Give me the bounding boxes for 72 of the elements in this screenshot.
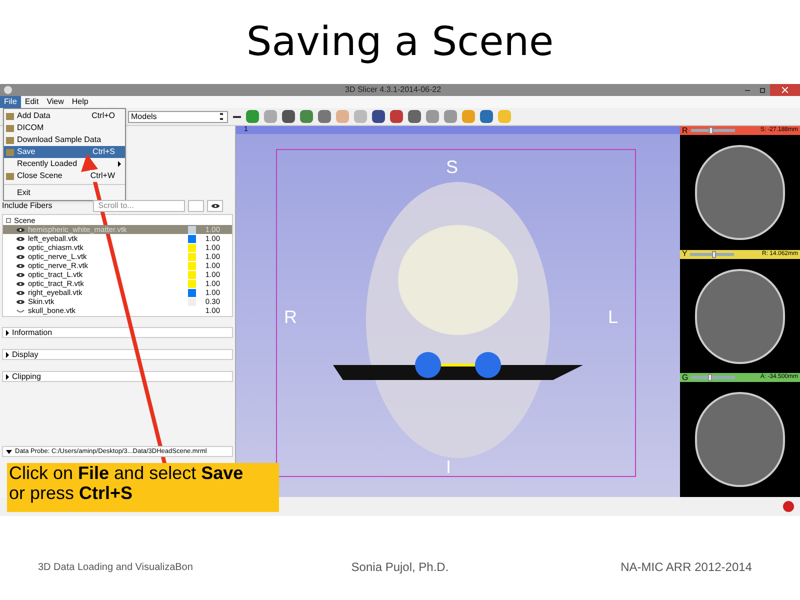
slider-thumb[interactable] bbox=[708, 374, 712, 382]
footer-topic: 3D Data Loading and VisualizaBon bbox=[38, 560, 194, 574]
slice-letter: G bbox=[682, 372, 688, 384]
footer-event: NA-MIC ARR 2012-2014 bbox=[620, 559, 753, 576]
module-selector[interactable]: Models bbox=[128, 110, 228, 122]
slide-title: Saving a Scene bbox=[246, 18, 554, 67]
menu-item[interactable]: Edit bbox=[20, 96, 43, 108]
expand-arrow-icon bbox=[6, 330, 9, 336]
eye-icon[interactable] bbox=[16, 226, 25, 232]
search-field[interactable]: Scroll to... bbox=[93, 200, 186, 212]
color-swatch[interactable] bbox=[188, 244, 196, 252]
close-button[interactable] bbox=[770, 84, 800, 96]
collapsible-section[interactable]: Information bbox=[2, 327, 233, 338]
app-icon bbox=[4, 86, 12, 94]
color-swatch[interactable] bbox=[188, 298, 196, 306]
orientation-label: I bbox=[446, 456, 452, 479]
color-swatch[interactable] bbox=[188, 262, 196, 270]
color-swatch[interactable] bbox=[188, 288, 196, 296]
menu-entry[interactable]: Save Ctrl+S bbox=[4, 146, 125, 158]
eye-icon[interactable] bbox=[16, 272, 25, 278]
menu-item[interactable]: View bbox=[42, 96, 68, 108]
menu-entry[interactable]: DICOM bbox=[4, 122, 125, 134]
slice-slider[interactable] bbox=[690, 129, 735, 132]
orientation-label: R bbox=[284, 306, 297, 329]
color-swatch[interactable] bbox=[188, 226, 196, 234]
expand-arrow-icon bbox=[6, 450, 12, 454]
slice-letter: Y bbox=[682, 248, 688, 260]
close-icon bbox=[782, 87, 788, 93]
submenu-arrow-icon bbox=[118, 161, 121, 167]
menu-item[interactable]: Help bbox=[68, 96, 92, 108]
menu-item[interactable]: File bbox=[0, 96, 21, 108]
slice-slider[interactable] bbox=[690, 252, 734, 256]
eye-icon[interactable] bbox=[16, 298, 25, 304]
orientation-label: S bbox=[446, 156, 458, 179]
slider-thumb[interactable] bbox=[708, 127, 713, 134]
callout-box: Click on File and select Save or press Ctrl+S bbox=[7, 463, 279, 512]
slice-letter: R bbox=[682, 124, 688, 136]
window-title: 3D Slicer 4.3.1-2014-06-22 bbox=[345, 84, 442, 96]
collapsible-section[interactable]: Display bbox=[2, 349, 233, 360]
eye-icon[interactable] bbox=[16, 244, 25, 250]
collapse-icon[interactable] bbox=[6, 218, 11, 223]
menu-entry[interactable]: Recently Loaded bbox=[4, 158, 125, 170]
orientation-label: L bbox=[608, 306, 618, 329]
eye-icon[interactable] bbox=[16, 290, 25, 296]
visibility-toggle-button[interactable] bbox=[188, 200, 204, 212]
menu-entry[interactable]: Add Data Ctrl+O bbox=[4, 110, 125, 122]
slider-thumb[interactable] bbox=[712, 250, 716, 258]
menu-item-icon bbox=[6, 172, 14, 180]
expand-arrow-icon bbox=[6, 352, 9, 358]
color-swatch[interactable] bbox=[188, 270, 196, 278]
slice-slider[interactable] bbox=[691, 376, 736, 380]
menu-entry[interactable]: Close Scene Ctrl+W bbox=[4, 170, 125, 182]
closed-eye-icon[interactable] bbox=[16, 308, 25, 314]
spinner-icon bbox=[220, 113, 223, 120]
color-swatch[interactable] bbox=[188, 252, 196, 260]
menu-entry[interactable]: Download Sample Data bbox=[4, 134, 125, 146]
color-swatch[interactable] bbox=[188, 280, 196, 288]
eye-icon[interactable] bbox=[16, 236, 25, 242]
shortcut-label: Ctrl+W bbox=[90, 170, 115, 182]
color-swatch[interactable] bbox=[188, 234, 196, 242]
eye-icon[interactable] bbox=[210, 203, 220, 209]
eye-button[interactable] bbox=[207, 200, 224, 212]
error-icon[interactable] bbox=[783, 501, 794, 512]
eye-icon[interactable] bbox=[16, 280, 25, 286]
eye-icon[interactable] bbox=[16, 254, 25, 260]
expand-arrow-icon bbox=[6, 374, 9, 380]
include-fibers-label: Include Fibers bbox=[2, 200, 52, 212]
eye-icon[interactable] bbox=[16, 262, 25, 268]
collapsible-section[interactable]: Clipping bbox=[2, 371, 233, 382]
footer-author: Sonia Pujol, Ph.D. bbox=[351, 559, 449, 576]
menu-entry[interactable]: Exit bbox=[4, 187, 125, 199]
restore-icon[interactable] bbox=[760, 88, 765, 92]
